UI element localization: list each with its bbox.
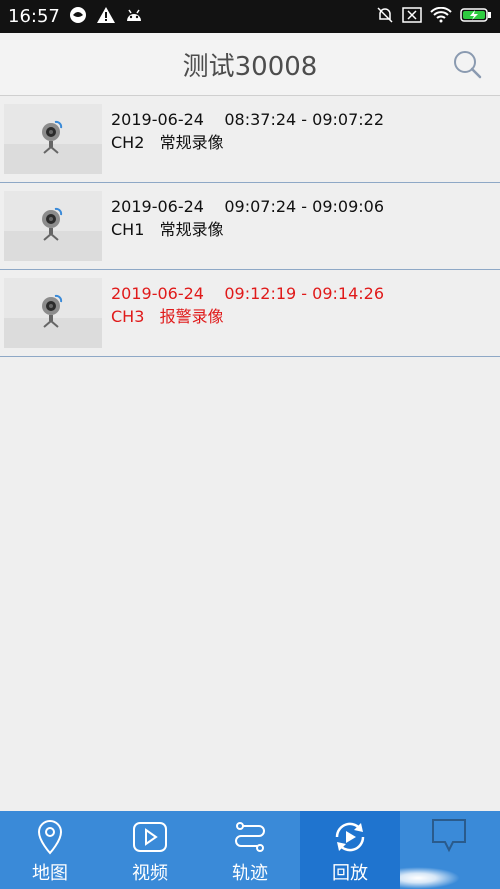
close-box-icon xyxy=(402,6,422,27)
video-play-icon xyxy=(132,817,168,857)
recording-type: 报警录像 xyxy=(159,307,224,326)
status-bar: 16:57 xyxy=(0,0,500,33)
tab-label: 轨迹 xyxy=(232,863,268,884)
recording-channel: CH1 xyxy=(111,220,145,239)
tab-label: 回放 xyxy=(332,863,368,884)
recording-time-range: 08:37:24 - 09:07:22 xyxy=(224,110,384,129)
recording-date: 2019-06-24 xyxy=(111,197,204,216)
recording-info: 2019-06-24 08:37:24 - 09:07:22 CH2 常规录像 xyxy=(111,108,384,154)
recording-channel: CH3 xyxy=(111,307,145,326)
recording-date: 2019-06-24 xyxy=(111,110,204,129)
thumbnail xyxy=(4,278,102,348)
thumbnail xyxy=(4,104,102,174)
tab-message[interactable] xyxy=(400,811,500,889)
recording-info: 2019-06-24 09:12:19 - 09:14:26 CH3 报警录像 xyxy=(111,282,384,328)
recording-type: 常规录像 xyxy=(159,220,224,239)
recording-type: 常规录像 xyxy=(159,133,224,152)
overlay-glow xyxy=(400,867,460,889)
list-item[interactable]: 2019-06-24 09:07:24 - 09:09:06 CH1 常规录像 xyxy=(0,183,500,270)
battery-charging-icon xyxy=(460,7,492,27)
app-header: 测试30008 xyxy=(0,33,500,96)
webcam-icon xyxy=(42,120,63,154)
webcam-icon xyxy=(42,207,63,241)
tab-label: 地图 xyxy=(32,863,68,884)
page-title: 测试30008 xyxy=(182,51,318,82)
search-icon[interactable] xyxy=(452,49,482,79)
recording-time-range: 09:07:24 - 09:09:06 xyxy=(224,197,384,216)
list-item[interactable]: 2019-06-24 08:37:24 - 09:07:22 CH2 常规录像 xyxy=(0,96,500,183)
recording-list: 2019-06-24 08:37:24 - 09:07:22 CH2 常规录像 … xyxy=(0,96,500,357)
map-pin-icon xyxy=(36,817,64,857)
recording-info: 2019-06-24 09:07:24 - 09:09:06 CH1 常规录像 xyxy=(111,195,384,241)
mute-bell-icon xyxy=(376,6,394,28)
android-icon xyxy=(124,7,144,27)
tab-track[interactable]: 轨迹 xyxy=(200,811,300,889)
wifi-icon xyxy=(430,6,452,27)
recording-channel: CH2 xyxy=(111,133,145,152)
tab-playback[interactable]: 回放 xyxy=(300,811,400,889)
status-time: 16:57 xyxy=(8,6,60,27)
tab-map[interactable]: 地图 xyxy=(0,811,100,889)
list-item[interactable]: 2019-06-24 09:12:19 - 09:14:26 CH3 报警录像 xyxy=(0,270,500,357)
tab-video[interactable]: 视频 xyxy=(100,811,200,889)
webcam-icon xyxy=(42,294,63,328)
cloud-icon xyxy=(68,6,88,28)
thumbnail xyxy=(4,191,102,261)
playback-icon xyxy=(331,817,369,857)
recording-time-range: 09:12:19 - 09:14:26 xyxy=(224,284,384,303)
warning-icon xyxy=(96,6,116,28)
tab-label: 视频 xyxy=(132,863,168,884)
message-icon xyxy=(430,817,468,857)
route-icon xyxy=(232,817,268,857)
recording-date: 2019-06-24 xyxy=(111,284,204,303)
bottom-tab-bar: 地图 视频 轨迹 回放 xyxy=(0,811,500,889)
